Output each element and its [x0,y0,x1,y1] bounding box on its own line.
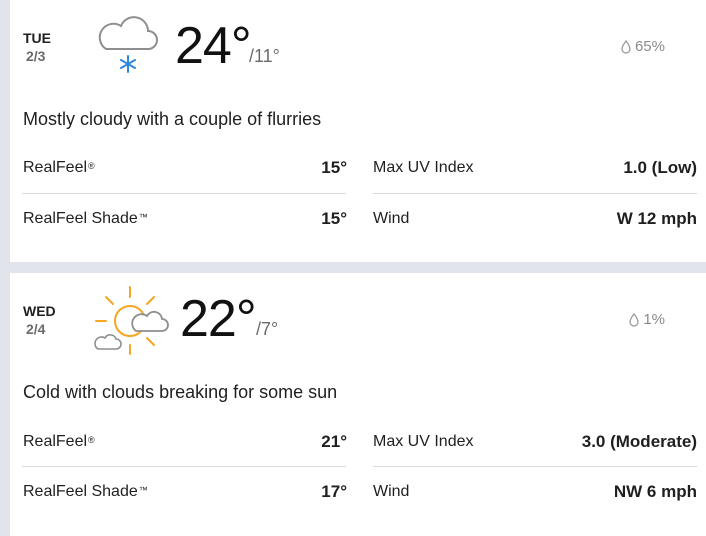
weather-phrase: Mostly cloudy with a couple of flurries [23,109,322,129]
realfeel-shade-label: RealFeel Shade™ [23,210,148,227]
realfeel-shade-label: RealFeel Shade™ [23,483,148,500]
wind-label: Wind [373,483,410,500]
divider [22,193,346,194]
divider [373,193,697,194]
drop-icon [629,312,639,327]
divider [373,466,697,467]
cloudy-flurries-icon [98,16,158,73]
realfeel-label: RealFeel® [23,433,95,450]
low-temp: /7° [256,319,279,339]
high-temp: 24° [175,17,252,75]
uv-value: 1.0 (Low) [623,158,697,177]
wind-value: W 12 mph [616,209,697,228]
date-label: 2/3 [26,48,46,64]
high-temp: 22° [180,290,257,348]
wind-value: NW 6 mph [613,482,697,501]
uv-label: Max UV Index [373,433,474,450]
realfeel-shade-value: 15° [321,209,347,228]
weather-phrase: Cold with clouds breaking for some sun [23,382,338,402]
uv-value: 3.0 (Moderate) [581,432,697,451]
realfeel-label: RealFeel® [23,159,95,176]
realfeel-value: 21° [321,432,347,451]
precip-probability: 1% [629,311,665,328]
wind-label: Wind [373,210,410,227]
low-temp: /11° [249,46,280,66]
drop-icon [621,39,631,54]
precip-value: 65% [634,38,665,55]
date-label: 2/4 [26,321,46,337]
day-label: TUE [23,30,51,46]
forecast-card-wed[interactable]: WED 2/4 22° /7° 1% Cold with clouds brea… [10,273,706,536]
partly-sunny-icon [94,286,169,355]
realfeel-value: 15° [321,158,347,177]
forecast-card-tue[interactable]: TUE 2/3 24° /11° 65% Mostly cloudy with … [10,0,706,262]
divider [22,466,346,467]
precip-value: 1% [643,311,665,328]
uv-label: Max UV Index [373,159,474,176]
realfeel-shade-value: 17° [321,482,347,501]
day-label: WED [23,303,56,319]
precip-probability: 65% [621,38,665,55]
